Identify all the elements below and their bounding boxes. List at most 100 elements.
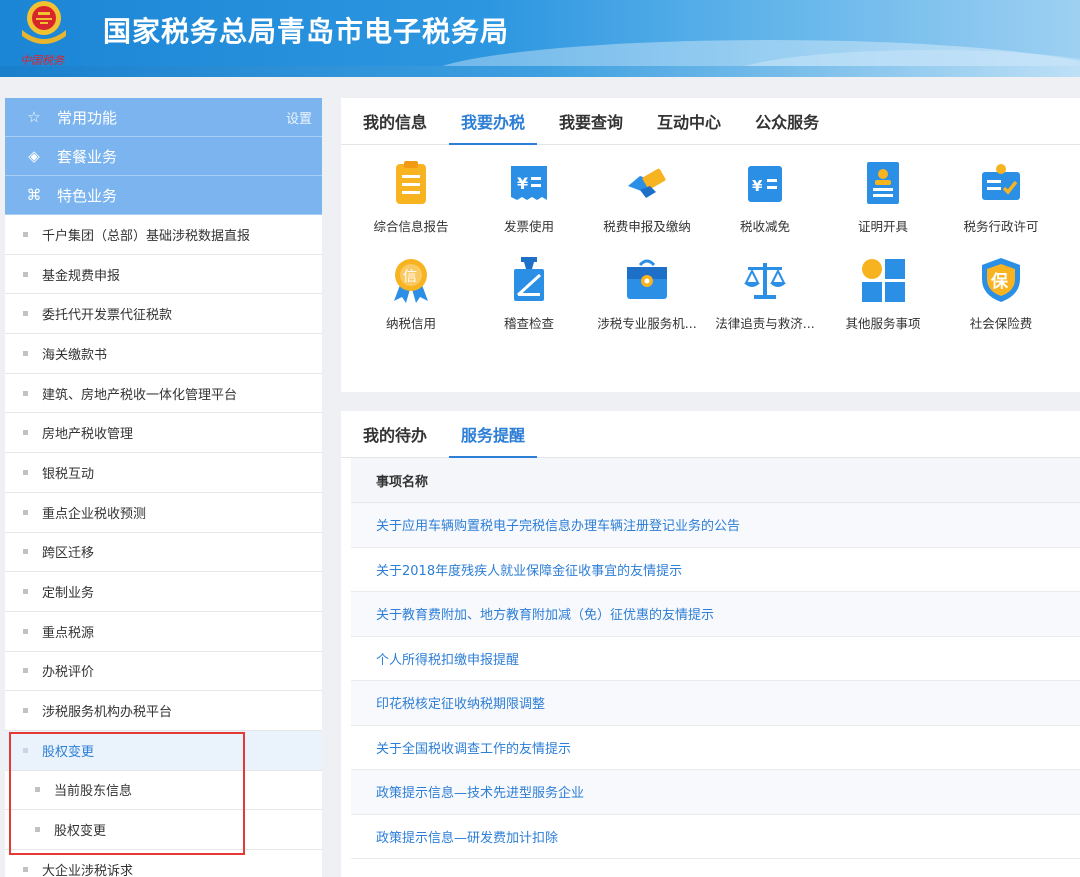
bullet-icon [23,350,28,356]
service-label: 发票使用 [503,219,554,234]
table-row[interactable]: 印花税核定征收纳税期限调整 [351,681,1080,726]
sidebar-item-label: 办税评价 [42,665,95,681]
sidebar-item[interactable]: 千户集团（总部）基础涉税数据直报 [5,215,322,255]
service-label: 纳税信用 [385,316,436,331]
sidebar-item[interactable]: 委托代开发票代征税款 [5,294,322,335]
service-legal-remedy[interactable]: 法律追责与救济... [705,255,825,332]
services-panel: 我的信息 我要办税 我要查询 互动中心 公众服务 综合信息报告 ¥ 发票使用 税… [341,98,1080,392]
service-label: 税务行政许可 [963,219,1039,234]
certificate-icon [867,162,899,204]
sidebar-item[interactable]: 海关缴款书 [5,334,322,374]
sidebar-item[interactable]: 基金规费申报 [5,254,322,295]
sidebar-item[interactable]: 办税评价 [5,651,322,692]
table-row[interactable]: 关于应用车辆购置税电子完税信息办理车辆注册登记业务的公告 [351,503,1080,548]
service-label: 证明开具 [857,219,908,234]
sidebar-head-common[interactable]: ☆ 常用功能 设置 [5,98,322,137]
tab-my-todo[interactable]: 我的待办 [363,411,427,457]
service-tax-credit[interactable]: 信 纳税信用 [351,255,471,332]
todo-tabs: 我的待办 服务提醒 [341,411,1080,458]
sidebar-item[interactable]: 定制业务 [5,572,322,612]
tax-emblem-icon [22,1,66,44]
table-body: 关于应用车辆购置税电子完税信息办理车辆注册登记业务的公告 关于2018年度残疾人… [351,503,1080,859]
sidebar-item[interactable]: 房地产税收管理 [5,413,322,454]
table-row[interactable]: 个人所得税扣缴申报提醒 [351,637,1080,681]
header-decor [0,66,1080,77]
bullet-icon [23,430,28,436]
bullet-icon [23,311,28,317]
service-label: 涉税专业服务机... [597,316,697,331]
sidebar-item-label: 定制业务 [42,586,95,602]
highlight-box [9,732,245,855]
svg-text:¥: ¥ [752,177,763,195]
service-social-insurance[interactable]: 保 社会保险费 [941,255,1061,332]
emblem-caption: 中国税务 [20,54,64,67]
site-title: 国家税务总局青岛市电子税务局 [103,15,510,48]
service-declaration-payment[interactable]: 税费申报及缴纳 [587,158,707,235]
service-comprehensive-report[interactable]: 综合信息报告 [351,158,471,235]
bullet-icon [23,390,28,396]
service-inspection[interactable]: 稽查检查 [469,255,589,332]
inspection-icon [514,257,544,301]
table-header: 事项名称 [351,458,1080,503]
service-label: 综合信息报告 [373,219,449,234]
service-professional-agency[interactable]: 涉税专业服务机... [587,255,707,332]
bullet-icon [23,628,28,634]
briefcase-icon [627,259,667,299]
table-row[interactable]: 关于2018年度残疾人就业保障金征收事宜的友情提示 [351,548,1080,592]
sidebar-item[interactable]: 银税互动 [5,453,322,493]
sidebar-item-label: 重点企业税收预测 [42,506,147,522]
tab-service-reminder[interactable]: 服务提醒 [449,411,538,458]
shield-bao-icon: 保 [982,258,1020,302]
sidebar-item-label: 委托代开发票代征税款 [42,308,173,324]
sidebar-head-label: 常用功能 [57,108,118,127]
payment-icon [628,168,666,198]
bullet-icon [23,469,28,475]
service-tax-reduction[interactable]: ¥ 税收减免 [705,158,825,235]
tab-query[interactable]: 我要查询 [559,98,623,144]
permit-icon [982,164,1020,200]
sidebar-item-label: 重点税源 [42,625,95,641]
service-invoice[interactable]: ¥ 发票使用 [469,158,589,235]
main-tabs: 我的信息 我要办税 我要查询 互动中心 公众服务 [341,98,1080,145]
sidebar-item-label: 基金规费申报 [42,268,121,284]
svg-text:信: 信 [403,269,417,285]
service-other[interactable]: 其他服务事项 [823,255,943,332]
sidebar-item[interactable]: 重点税源 [5,611,322,652]
tab-public-service[interactable]: 公众服务 [755,98,819,144]
tab-my-info[interactable]: 我的信息 [363,98,427,144]
sidebar-item-label: 银税互动 [42,466,95,482]
settings-link[interactable]: 设置 [286,108,312,127]
sidebar-head-featured[interactable]: ⌘ 特色业务 [5,176,322,215]
reminders-panel: 我的待办 服务提醒 事项名称 关于应用车辆购置税电子完税信息办理车辆注册登记业务… [341,411,1080,877]
site-header: 中国税务 国家税务总局青岛市电子税务局 [0,0,1080,77]
scales-icon [744,263,786,299]
sidebar-item[interactable]: 重点企业税收预测 [5,492,322,533]
sidebar-item-label: 房地产税收管理 [42,427,134,443]
reminder-table: 事项名称 关于应用车辆购置税电子完税信息办理车辆注册登记业务的公告 关于2018… [351,458,1080,859]
sidebar-item-label: 大企业涉税诉求 [42,863,134,877]
layers-icon: ◈ [28,147,40,165]
table-row[interactable]: 政策提示信息—研发费加计扣除 [351,815,1080,859]
sidebar-head-label: 套餐业务 [57,147,118,166]
tab-do-tax[interactable]: 我要办税 [449,98,538,145]
tax-reduction-icon: ¥ [748,166,782,202]
tab-interaction[interactable]: 互动中心 [657,98,721,144]
sidebar-item-label: 建筑、房地产税收一体化管理平台 [42,387,238,403]
sidebar-item-label: 涉税服务机构办税平台 [42,705,173,721]
bullet-icon [23,231,28,237]
sidebar-item[interactable]: 建筑、房地产税收一体化管理平台 [5,373,322,414]
bullet-icon [23,509,28,515]
table-row[interactable]: 关于全国税收调查工作的友情提示 [351,726,1080,770]
sidebar-item-label: 千户集团（总部）基础涉税数据直报 [42,228,251,244]
clipboard-icon [396,161,426,204]
sidebar-head-package[interactable]: ◈ 套餐业务 [5,137,322,176]
table-row[interactable]: 政策提示信息—技术先进型服务企业 [351,770,1080,815]
star-icon: ☆ [27,108,41,126]
sidebar-item[interactable]: 涉税服务机构办税平台 [5,691,322,731]
service-admin-permit[interactable]: 税务行政许可 [941,158,1061,235]
table-row[interactable]: 关于教育费附加、地方教育附加减（免）征优惠的友情提示 [351,592,1080,637]
sidebar-item[interactable]: 跨区迁移 [5,532,322,573]
service-label: 稽查检查 [503,316,554,331]
service-certificate[interactable]: 证明开具 [823,158,943,235]
bullet-icon [23,589,28,595]
